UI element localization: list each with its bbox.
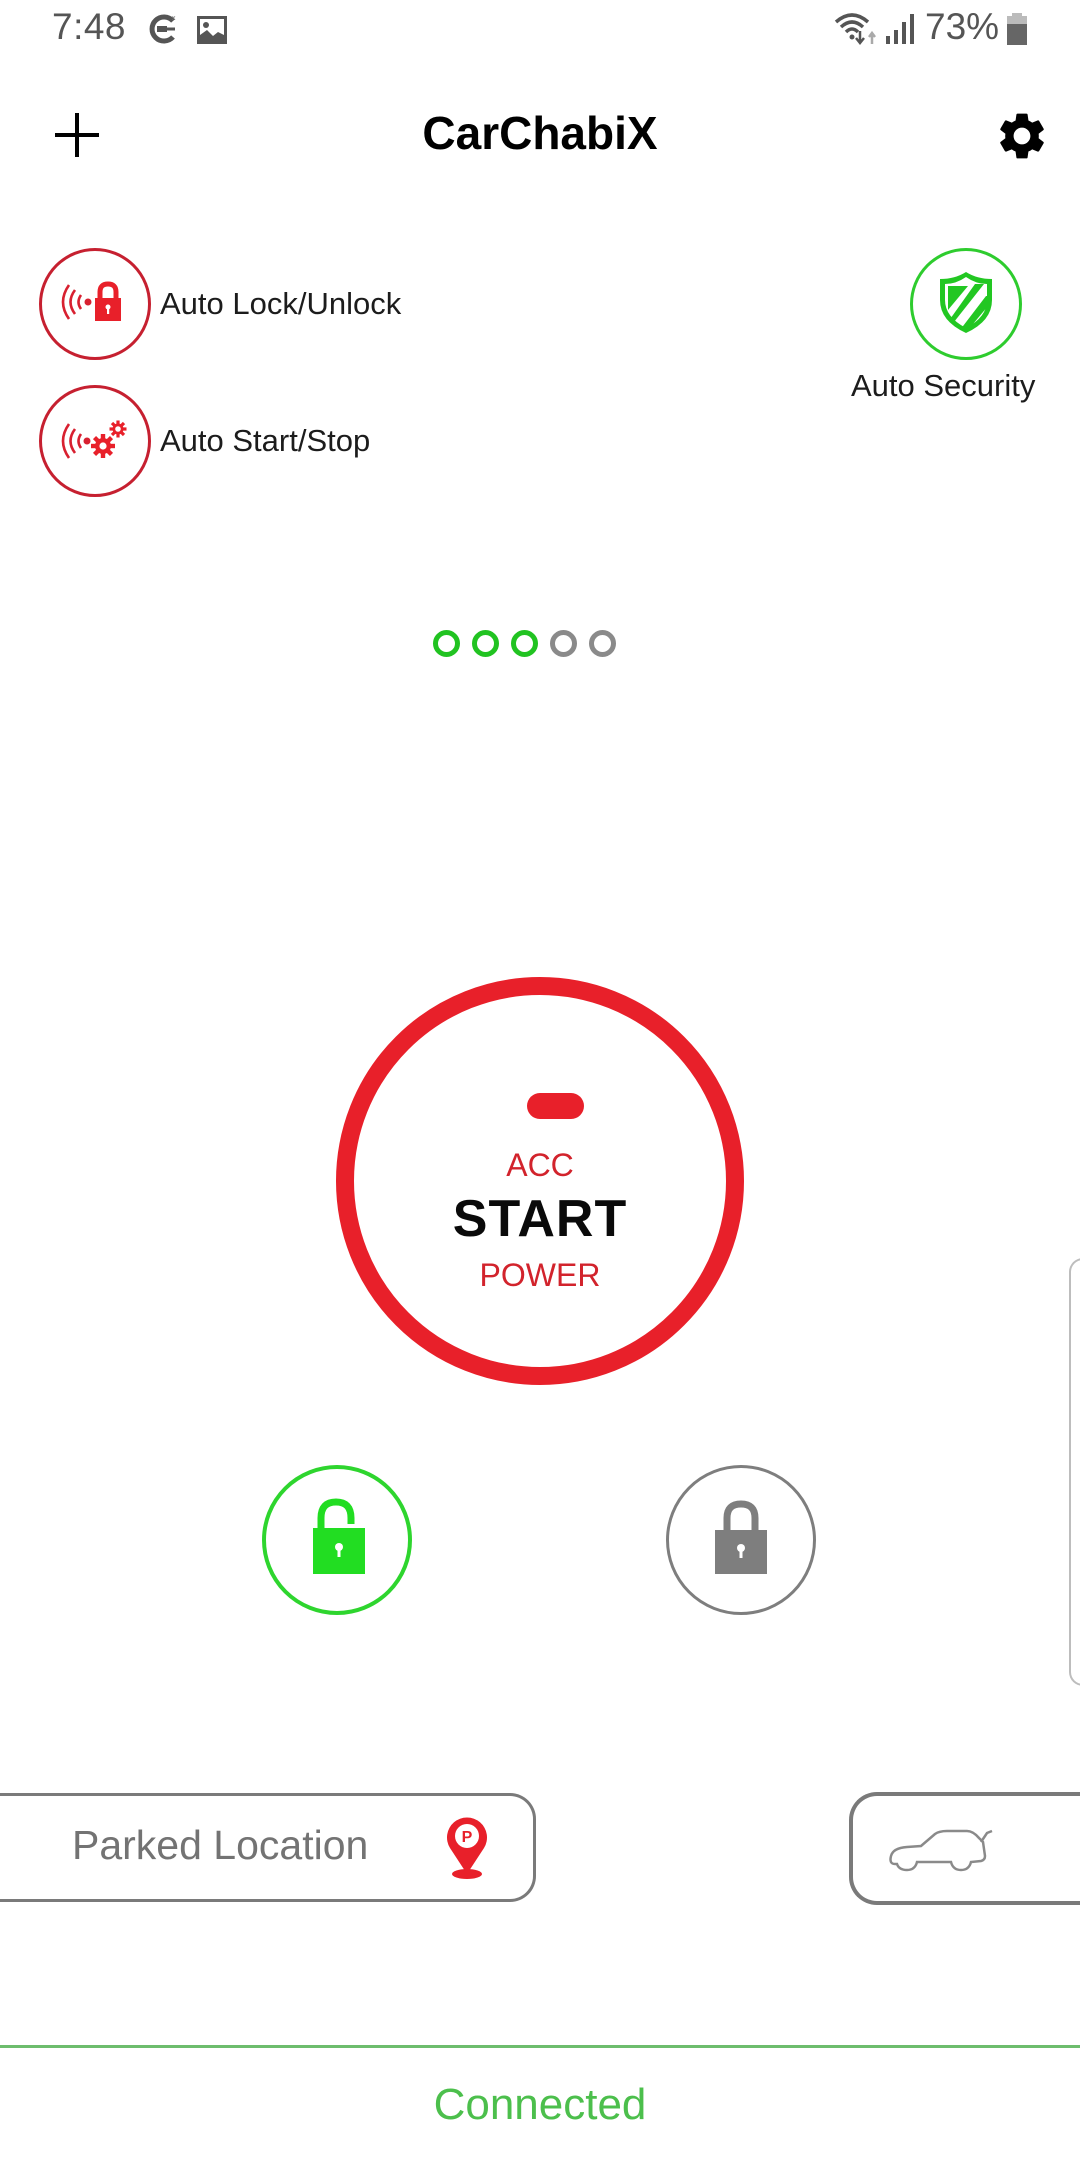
- page-dot-4[interactable]: [550, 630, 577, 657]
- auto-start-stop-label: Auto Start/Stop: [160, 423, 371, 458]
- signal-icon: [884, 12, 914, 51]
- auto-security-button[interactable]: [910, 248, 1022, 360]
- parking-pin-icon: P: [442, 1814, 492, 1887]
- battery-percent: 73%: [925, 6, 1000, 47]
- unlock-icon: [307, 1497, 367, 1583]
- footer-divider: [0, 2045, 1080, 2048]
- wifi-icon: [834, 12, 880, 51]
- lock-button[interactable]: [666, 1465, 816, 1615]
- auto-lock-unlock-label: Auto Lock/Unlock: [160, 286, 402, 321]
- page-dot-2[interactable]: [472, 630, 499, 657]
- auto-start-stop-button[interactable]: [39, 385, 151, 497]
- engine-start-button[interactable]: ACC START POWER: [336, 977, 744, 1385]
- auto-security-label: Auto Security: [851, 368, 1036, 403]
- side-drawer-handle[interactable]: [1069, 1258, 1080, 1686]
- image-icon: [196, 15, 228, 50]
- start-label: START: [452, 1190, 628, 1248]
- sync-app-icon: x: [146, 12, 180, 51]
- status-time: 7:48: [52, 6, 127, 47]
- gear-icon: [994, 113, 1050, 167]
- auto-start-stop-toggle[interactable]: Auto Start/Stop: [39, 385, 370, 497]
- lock-icon: [711, 1498, 771, 1583]
- page-dot-3[interactable]: [511, 630, 538, 657]
- acc-indicator-light: [527, 1093, 584, 1119]
- battery-icon: [1006, 13, 1028, 50]
- page-dot-1[interactable]: [433, 630, 460, 657]
- power-label: POWER: [479, 1257, 601, 1293]
- trunk-button[interactable]: [849, 1792, 1080, 1905]
- parked-location-label: Parked Location: [72, 1822, 369, 1868]
- acc-label: ACC: [506, 1147, 574, 1183]
- parked-location-button[interactable]: Parked Location P: [0, 1793, 536, 1902]
- settings-button[interactable]: [994, 108, 1050, 167]
- page-indicator: [433, 630, 616, 657]
- auto-lock-unlock-toggle[interactable]: Auto Lock/Unlock: [39, 248, 401, 360]
- unlock-button[interactable]: [262, 1465, 412, 1615]
- svg-text:x: x: [172, 15, 176, 22]
- wireless-gears-icon: [55, 412, 135, 471]
- car-trunk-icon: [887, 1826, 993, 1879]
- wireless-lock-icon: [55, 277, 135, 332]
- svg-text:P: P: [462, 1829, 473, 1846]
- auto-lock-unlock-button[interactable]: [39, 248, 151, 360]
- connection-status: Connected: [433, 2080, 647, 2129]
- app-title: CarChabiX: [422, 107, 658, 159]
- page-dot-5[interactable]: [589, 630, 616, 657]
- shield-icon: [938, 270, 994, 339]
